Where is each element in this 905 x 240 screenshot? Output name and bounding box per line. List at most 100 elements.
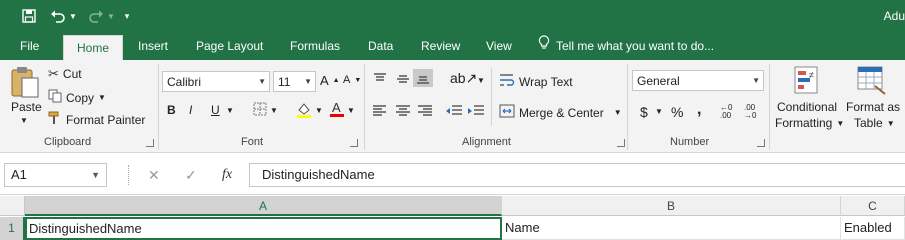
svg-text:≠: ≠ [809,70,814,80]
increase-indent-icon[interactable] [467,104,485,118]
align-right-icon[interactable] [417,104,433,118]
chevron-down-icon: ▼ [886,118,895,128]
align-left-icon[interactable] [372,104,388,118]
underline-dropdown-icon[interactable]: ▼ [226,106,234,115]
column-header-a[interactable]: A [25,196,502,216]
alignment-group-label: Alignment [462,136,511,148]
number-group-label: Number [670,136,710,148]
format-as-table-label-1[interactable]: Format as [846,100,900,114]
undo-icon[interactable] [48,4,68,28]
merge-center-dropdown-icon[interactable]: ▼ [614,108,622,117]
align-top-icon[interactable] [372,72,388,86]
tab-formulas[interactable]: Formulas [280,32,350,60]
increase-decimal-button[interactable]: ←0 .00 [720,104,740,120]
alignment-launcher-icon[interactable] [617,139,625,147]
fill-color-icon[interactable] [296,101,312,119]
redo-dropdown-icon[interactable]: ▼ [106,4,116,28]
tab-data[interactable]: Data [358,32,403,60]
align-bottom-icon[interactable] [413,69,433,87]
wrap-text-label: Wrap Text [519,74,573,89]
copy-dropdown-icon[interactable]: ▼ [98,93,106,102]
paste-icon[interactable] [10,66,40,98]
undo-dropdown-icon[interactable]: ▼ [68,4,78,28]
align-center-icon[interactable] [395,104,411,118]
row-header-1[interactable]: 1 [0,217,25,240]
tab-review[interactable]: Review [411,32,470,60]
increase-font-icon[interactable]: A ▲ [320,73,340,88]
paste-button[interactable]: Paste [11,100,42,114]
font-name-dropdown[interactable]: Calibri ▼ [162,71,270,92]
conditional-formatting-button[interactable]: Formatting ▼ [775,116,844,130]
select-all-corner[interactable] [0,196,25,216]
italic-button[interactable]: I [189,103,192,117]
cell-b1[interactable]: Name [502,217,841,240]
format-as-table-button[interactable]: Table ▼ [854,116,895,130]
clipboard-group-label: Clipboard [44,136,92,148]
tab-page-layout[interactable]: Page Layout [186,32,273,60]
chevron-down-icon: ▼ [258,77,266,86]
number-launcher-icon[interactable] [757,139,765,147]
tab-file[interactable]: File [10,32,49,60]
formula-bar-grip[interactable] [128,165,130,185]
divider [491,68,492,126]
customize-qat-icon[interactable]: ▾ [120,4,134,28]
tell-me-box[interactable]: Tell me what you want to do... [538,32,714,60]
font-color-dropdown-icon[interactable]: ▼ [347,106,355,115]
align-middle-icon[interactable] [395,72,411,86]
format-painter-button[interactable]: Format Painter [48,111,145,128]
conditional-formatting-label-1[interactable]: Conditional [777,100,837,114]
enter-icon[interactable]: ✓ [185,167,197,184]
font-size-dropdown[interactable]: 11 ▼ [273,71,316,92]
copy-button[interactable]: Copy ▼ [48,89,106,106]
lightbulb-icon [538,32,550,60]
cut-label: Cut [62,67,82,81]
paste-dropdown-icon[interactable]: ▼ [20,116,28,125]
fill-color-dropdown-icon[interactable]: ▼ [315,106,323,115]
currency-button[interactable]: $ [640,104,648,120]
name-box[interactable]: A1 ▼ [4,163,107,187]
orientation-dropdown-icon[interactable]: ▼ [477,76,485,85]
decrease-indent-icon[interactable] [445,104,463,118]
cancel-icon[interactable]: ✕ [148,167,160,184]
borders-dropdown-icon[interactable]: ▼ [270,106,278,115]
currency-dropdown-icon[interactable]: ▼ [655,107,663,116]
format-painter-label: Format Painter [66,112,146,127]
number-format-value: General [637,73,680,88]
font-color-icon[interactable]: A [329,100,345,118]
save-icon[interactable] [20,4,38,28]
comma-style-button[interactable]: , [697,101,701,119]
window-title: Adu [883,9,905,23]
paintbrush-icon [48,111,62,128]
conditional-formatting-icon[interactable]: ≠ [794,66,822,96]
clipboard-launcher-icon[interactable] [146,139,154,147]
cell-c1[interactable]: Enabled [841,217,905,240]
font-launcher-icon[interactable] [350,139,358,147]
format-as-table-icon[interactable] [857,66,887,96]
column-header-b[interactable]: B [502,196,841,216]
tab-insert[interactable]: Insert [128,32,178,60]
percent-button[interactable]: % [671,104,683,120]
insert-function-icon[interactable]: fx [222,167,232,183]
number-format-dropdown[interactable]: General ▼ [632,70,764,91]
ribbon-tabs: File Home Insert Page Layout Formulas Da… [0,32,905,60]
bold-button[interactable]: B [167,103,176,117]
underline-button[interactable]: U [211,103,220,117]
formula-input[interactable]: DistinguishedName [249,163,905,187]
font-name-value: Calibri [167,74,202,89]
column-header-c[interactable]: C [841,196,905,216]
borders-icon[interactable] [253,102,267,116]
decrease-decimal-button[interactable]: .00 →0 [744,104,764,120]
merge-center-button[interactable]: Merge & Center ▼ [499,104,622,121]
cut-button[interactable]: ✂ Cut [48,66,82,82]
redo-icon[interactable] [86,4,106,28]
chevron-down-icon: ▼ [91,170,100,180]
format-as-table-label-2: Table [854,116,883,130]
decrease-font-icon[interactable]: A ▼ [343,74,361,86]
name-box-value: A1 [11,167,27,182]
wrap-text-button[interactable]: Wrap Text [499,73,573,90]
tab-home[interactable]: Home [63,35,123,60]
chevron-down-icon: ▼ [752,76,760,85]
orientation-icon[interactable]: ab↗ [450,70,477,87]
cell-a1[interactable]: DistinguishedName [25,217,502,240]
tab-view[interactable]: View [476,32,522,60]
